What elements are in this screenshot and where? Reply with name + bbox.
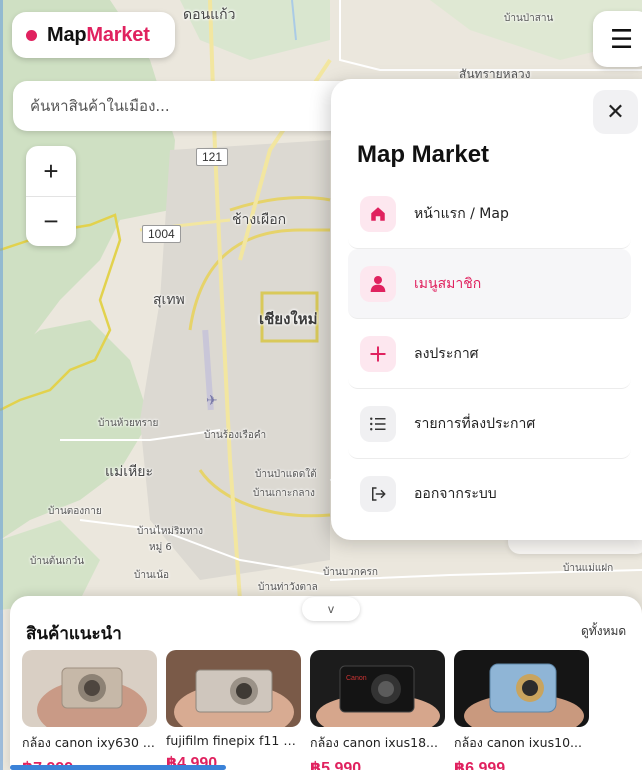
- svg-text:Canon: Canon: [346, 675, 367, 682]
- product-card[interactable]: กล้อง canon ixus10... ฿6,999: [454, 650, 589, 770]
- close-icon: ✕: [606, 99, 625, 124]
- side-menu: ✕ Map Market หน้าแรก / Map เมนูสมาชิก ลง…: [331, 79, 642, 540]
- product-name: fujifilm finepix f11 sil...: [166, 733, 301, 748]
- product-name: กล้อง canon ixy630 ...: [22, 735, 155, 750]
- home-icon: [360, 195, 396, 232]
- product-image: [166, 650, 301, 727]
- section-title: สินค้าแนะนำ: [26, 624, 122, 644]
- menu-item-member[interactable]: เมนูสมาชิก: [348, 249, 631, 319]
- user-icon: [360, 265, 396, 302]
- map-label: บ้านร้องเรือคำ: [204, 430, 267, 441]
- brand-logo[interactable]: MapMarket: [12, 12, 175, 58]
- map-label: บ้านเน้อ: [134, 570, 170, 581]
- product-card[interactable]: Canon กล้อง canon ixus18... ฿5,990: [310, 650, 445, 770]
- product-card[interactable]: fujifilm finepix f11 sil... ฿4,990: [166, 650, 301, 770]
- map-label: ช้างเผือก: [232, 212, 287, 228]
- map-label: สุเทพ: [153, 292, 185, 308]
- map-label: หมู่ 6: [149, 542, 172, 553]
- menu-toggle-button[interactable]: ☰: [593, 11, 642, 67]
- see-all-link[interactable]: ดูทั้งหมด: [581, 622, 626, 641]
- brand-dot-icon: [26, 29, 37, 41]
- menu-item-label: เมนูสมาชิก: [414, 275, 482, 292]
- map-label: บ้านแม่แฝก: [563, 563, 614, 574]
- menu-item-home[interactable]: หน้าแรก / Map: [348, 179, 631, 249]
- page-edge: [0, 0, 3, 770]
- plus-icon: [360, 335, 396, 372]
- product-image: [22, 650, 157, 727]
- map-label: บ้านเกาะกลาง: [253, 488, 315, 499]
- map-label: บ้านตองกาย: [48, 506, 102, 517]
- airport-icon: ✈: [206, 392, 218, 408]
- product-card[interactable]: กล้อง canon ixy630 ... ฿7,999: [22, 650, 157, 770]
- menu-title: Map Market: [357, 141, 490, 168]
- map-label: บ้านป่าสาน: [504, 13, 554, 24]
- sheet-collapse-handle[interactable]: v: [302, 597, 360, 621]
- product-name: กล้อง canon ixus18...: [310, 735, 438, 750]
- search-input[interactable]: [30, 97, 330, 115]
- carousel-scrollbar[interactable]: [10, 765, 226, 770]
- product-name: กล้อง canon ixus10...: [454, 735, 582, 750]
- list-icon: [360, 405, 396, 442]
- road-shield: 121: [196, 148, 229, 166]
- menu-item-label: รายการที่ลงประกาศ: [414, 415, 536, 432]
- product-carousel[interactable]: กล้อง canon ixy630 ... ฿7,999 fujifilm f…: [22, 650, 589, 770]
- menu-item-logout[interactable]: ออกจากระบบ: [348, 459, 631, 529]
- map-label: บ้านไหม่ริมทาง: [137, 526, 204, 537]
- map-label: บ้านท่าวังตาล: [258, 582, 318, 593]
- menu-close-button[interactable]: ✕: [593, 90, 638, 134]
- menu-item-my-listings[interactable]: รายการที่ลงประกาศ: [348, 389, 631, 459]
- map-label: ดอนแก้ว: [183, 7, 236, 23]
- map-label: บ้านบวกครก: [323, 567, 378, 578]
- menu-item-label: ลงประกาศ: [414, 345, 479, 362]
- menu-item-label: หน้าแรก / Map: [414, 205, 509, 222]
- zoom-control: + −: [26, 146, 76, 246]
- zoom-in-button[interactable]: +: [26, 146, 76, 196]
- product-image: Canon: [310, 650, 445, 727]
- road-shield: 1004: [142, 225, 181, 243]
- menu-item-label: ออกจากระบบ: [414, 486, 497, 502]
- menu-list: หน้าแรก / Map เมนูสมาชิก ลงประกาศ รายการ…: [348, 179, 631, 529]
- product-price: ฿6,999: [454, 760, 506, 770]
- map-label: แม่เหียะ: [105, 464, 153, 480]
- zoom-out-button[interactable]: −: [26, 196, 76, 246]
- product-price: ฿5,990: [310, 760, 362, 770]
- brand-name: MapMarket: [47, 23, 150, 46]
- menu-item-post-ad[interactable]: ลงประกาศ: [348, 319, 631, 389]
- map-label: บ้านห้วยทราย: [98, 418, 159, 429]
- product-image: [454, 650, 589, 727]
- map-label: เชียงใหม่: [259, 310, 318, 328]
- search-bar[interactable]: [13, 81, 373, 131]
- logout-icon: [360, 476, 396, 512]
- map-label: บ้านต้นเกว๋น: [30, 556, 85, 567]
- map-label: บ้านป่าแดดใต้: [255, 469, 317, 480]
- hamburger-icon: ☰: [610, 23, 634, 54]
